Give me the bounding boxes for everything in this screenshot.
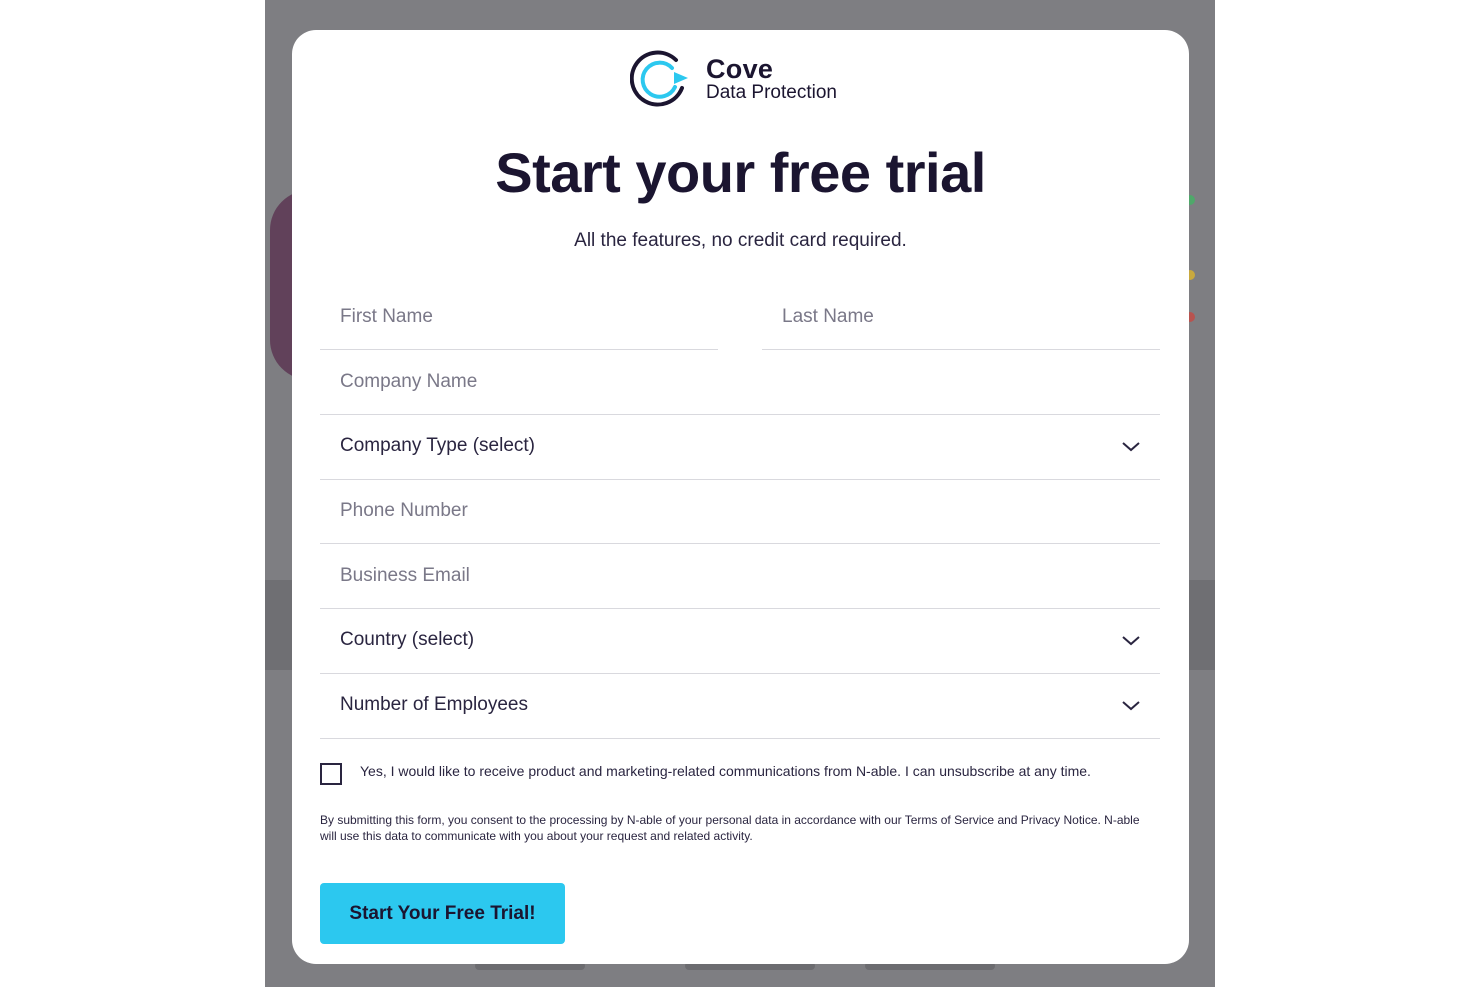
brand-subname: Data Protection bbox=[706, 82, 837, 103]
first-name-input[interactable] bbox=[320, 285, 718, 349]
page: Cove Data Protection Start your free tri… bbox=[0, 0, 1480, 987]
country-select[interactable]: Country (select) bbox=[320, 609, 1160, 674]
marketing-consent: Yes, I would like to receive product and… bbox=[320, 760, 1160, 804]
chevron-down-icon bbox=[1122, 701, 1140, 711]
business-email-input[interactable] bbox=[320, 544, 1160, 608]
company-type-selected: Company Type (select) bbox=[340, 435, 536, 456]
chevron-down-icon bbox=[1122, 442, 1140, 452]
legal-notice: By submitting this form, you consent to … bbox=[320, 813, 1140, 843]
phone-number-field bbox=[320, 479, 1160, 544]
cove-logo: Cove Data Protection bbox=[630, 48, 860, 110]
free-trial-modal: Cove Data Protection Start your free tri… bbox=[292, 30, 1189, 964]
chevron-down-icon bbox=[1122, 636, 1140, 646]
employees-selected: Number of Employees bbox=[340, 694, 528, 715]
company-type-select[interactable]: Company Type (select) bbox=[320, 415, 1160, 480]
employees-select[interactable]: Number of Employees bbox=[320, 674, 1160, 739]
start-free-trial-button[interactable]: Start Your Free Trial! bbox=[320, 883, 565, 944]
cove-logo-icon bbox=[630, 50, 688, 107]
company-name-field bbox=[320, 350, 1160, 415]
phone-number-input[interactable] bbox=[320, 479, 1160, 543]
country-selected: Country (select) bbox=[340, 629, 475, 650]
company-name-input[interactable] bbox=[320, 350, 1160, 414]
first-name-field bbox=[320, 285, 718, 350]
brand-name: Cove bbox=[706, 54, 774, 84]
last-name-input[interactable] bbox=[762, 285, 1160, 349]
page-subtitle: All the features, no credit card require… bbox=[574, 230, 907, 251]
last-name-field bbox=[762, 285, 1160, 350]
page-title: Start your free trial bbox=[495, 141, 986, 204]
marketing-consent-label: Yes, I would like to receive product and… bbox=[360, 763, 1091, 779]
business-email-field bbox=[320, 544, 1160, 609]
marketing-consent-checkbox[interactable] bbox=[320, 763, 342, 785]
